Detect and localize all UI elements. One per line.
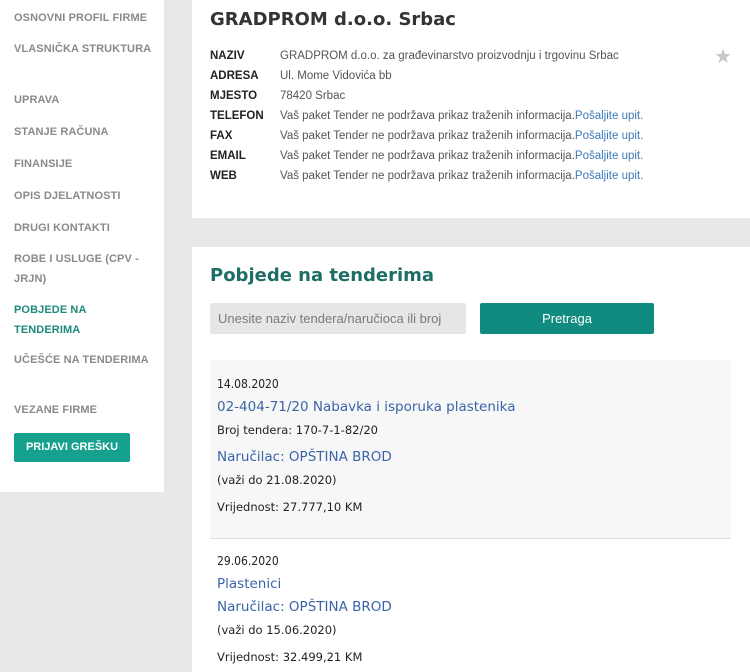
sidebar-item-related-companies[interactable]: VEZANE FIRME	[14, 400, 154, 420]
info-value: Ul. Mome Vidovića bb	[280, 70, 392, 82]
tender-wins-card: Pobjede na tenderima Pretraga 14.08.2020…	[192, 247, 750, 672]
sidebar-item-goods-services[interactable]: ROBE I USLUGE (CPV - JRJN)	[14, 249, 154, 289]
info-label: EMAIL	[210, 150, 246, 162]
tender-value: Vrijednost: 27.777,10 KM	[217, 500, 363, 514]
info-value: Vaš paket Tender ne podržava prikaz traž…	[280, 170, 644, 182]
info-label: ADRESA	[210, 70, 259, 82]
info-label: WEB	[210, 170, 237, 182]
info-value: 78420 Srbac	[280, 90, 346, 102]
tender-valid-until: (važi do 15.06.2020)	[217, 623, 337, 637]
info-label: NAZIV	[210, 50, 245, 62]
sidebar-item-tender-wins[interactable]: POBJEDE NA TENDERIMA	[14, 300, 154, 340]
tender-item: 29.06.2020 Plastenici Naručilac: OPŠTINA…	[210, 539, 731, 672]
tender-value: Vrijednost: 32.499,21 KM	[217, 650, 363, 664]
info-value: Vaš paket Tender ne podržava prikaz traž…	[280, 110, 644, 122]
tender-date: 14.08.2020	[217, 377, 279, 391]
company-info-card: GRADPROM d.o.o. Srbac ★ NAZIV GRADPROM d…	[192, 0, 750, 218]
sidebar-item-other-contacts[interactable]: DRUGI KONTAKTI	[14, 218, 154, 238]
sidebar-item-tender-participation[interactable]: UČEŠĆE NA TENDERIMA	[14, 350, 154, 370]
send-inquiry-link[interactable]: Pošaljite upit.	[575, 170, 643, 182]
sidebar-item-finances[interactable]: FINANSIJE	[14, 154, 154, 174]
send-inquiry-link[interactable]: Pošaljite upit.	[575, 130, 643, 142]
company-title: GRADPROM d.o.o. Srbac	[210, 9, 456, 30]
sidebar-item-basic-profile[interactable]: OSNOVNI PROFIL FIRME	[14, 8, 154, 28]
section-title: Pobjede na tenderima	[210, 265, 435, 286]
info-value: GRADPROM d.o.o. za građevinarstvo proizv…	[280, 50, 619, 62]
report-error-button[interactable]: PRIJAVI GREŠKU	[14, 433, 130, 462]
info-value: Vaš paket Tender ne podržava prikaz traž…	[280, 130, 644, 142]
tender-number: Broj tendera: 170-7-1-82/20	[217, 423, 378, 437]
tender-date: 29.06.2020	[217, 554, 279, 568]
send-inquiry-link[interactable]: Pošaljite upit.	[575, 110, 643, 122]
tender-valid-until: (važi do 21.08.2020)	[217, 473, 337, 487]
tender-buyer-link[interactable]: Naručilac: OPŠTINA BROD	[217, 599, 392, 615]
info-value: Vaš paket Tender ne podržava prikaz traž…	[280, 150, 644, 162]
tender-title-link[interactable]: 02-404-71/20 Nabavka i isporuka plasteni…	[217, 399, 516, 415]
send-inquiry-link[interactable]: Pošaljite upit.	[575, 150, 643, 162]
sidebar-item-management[interactable]: UPRAVA	[14, 90, 154, 110]
tender-title-link[interactable]: Plastenici	[217, 576, 281, 592]
sidebar: OSNOVNI PROFIL FIRME VLASNIČKA STRUKTURA…	[0, 0, 164, 492]
info-label: TELEFON	[210, 110, 264, 122]
tender-item: 14.08.2020 02-404-71/20 Nabavka i isporu…	[210, 360, 731, 538]
star-icon[interactable]: ★	[714, 44, 732, 69]
tender-search-input[interactable]	[210, 303, 466, 334]
info-label: FAX	[210, 130, 233, 142]
sidebar-item-ownership[interactable]: VLASNIČKA STRUKTURA	[14, 39, 154, 59]
sidebar-item-account-status[interactable]: STANJE RAČUNA	[14, 122, 154, 142]
tender-buyer-link[interactable]: Naručilac: OPŠTINA BROD	[217, 449, 392, 465]
info-label: MJESTO	[210, 90, 258, 102]
sidebar-item-activity[interactable]: OPIS DJELATNOSTI	[14, 186, 154, 206]
search-button[interactable]: Pretraga	[480, 303, 654, 334]
